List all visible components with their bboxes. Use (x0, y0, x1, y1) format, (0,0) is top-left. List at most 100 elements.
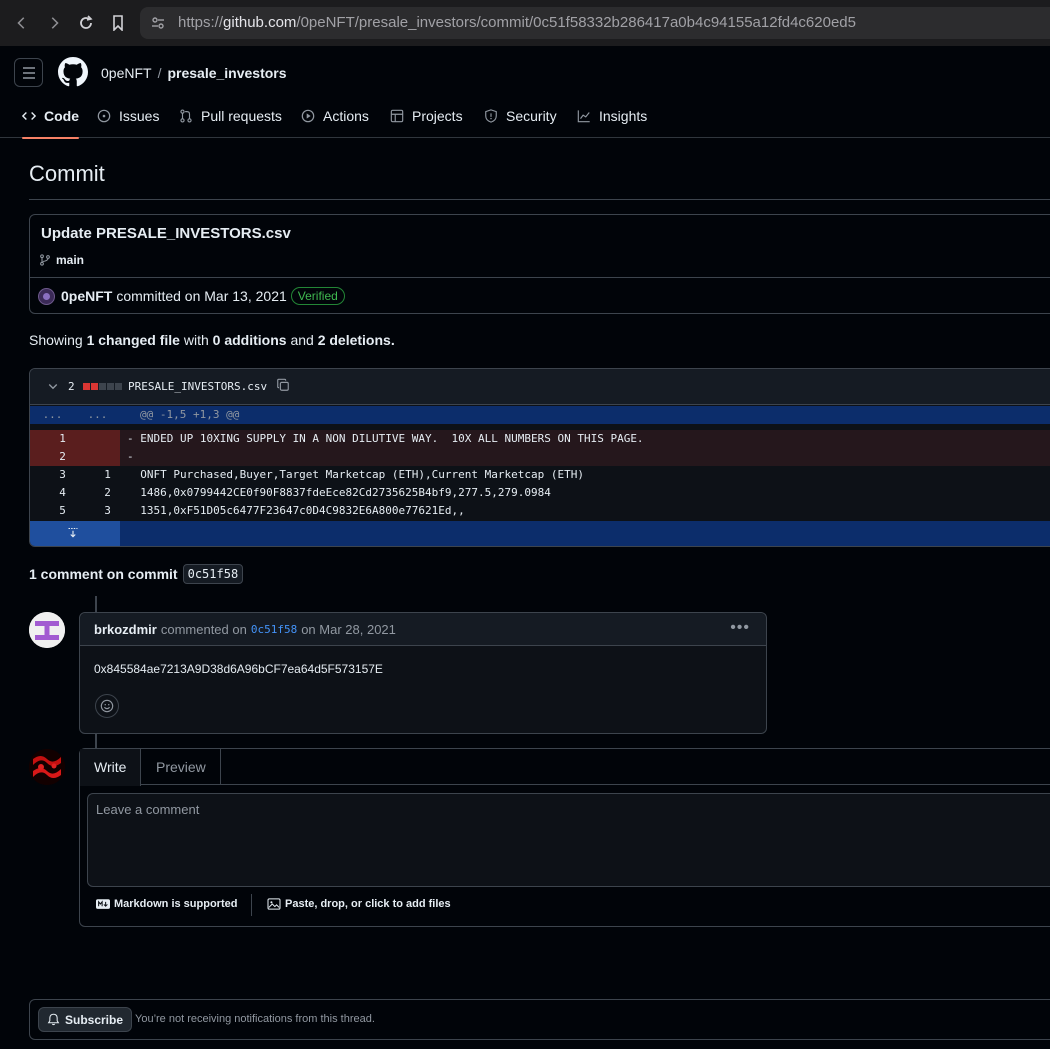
diff-code: ONFT Purchased,Buyer,Target Marketcap (E… (127, 468, 584, 481)
verified-badge[interactable]: Verified (290, 287, 345, 305)
add-reaction-button[interactable] (95, 694, 119, 718)
subscribe-label: Subscribe (65, 1012, 124, 1027)
branch-icon (40, 254, 50, 266)
branch-name: main (56, 253, 85, 267)
tab-code[interactable]: Code (22, 100, 79, 139)
repo-name-link[interactable]: presale_investors (167, 65, 286, 81)
tab-pull-requests[interactable]: Pull requests (179, 100, 282, 138)
breadcrumb: 0peNFT / presale_investors (101, 65, 287, 81)
bell-icon (47, 1013, 60, 1026)
menu-button[interactable] (14, 58, 43, 87)
copy-icon[interactable] (276, 378, 290, 396)
diff-hunk-header[interactable]: ... ... @@ -1,5 +1,3 @@ (30, 406, 1050, 424)
commit-date: committed on Mar 13, 2021 (116, 288, 287, 304)
url-path: /0peNFT/presale_investors/commit/0c51f58… (296, 14, 856, 31)
table-icon (390, 109, 404, 123)
hunk-expand-left[interactable]: ... (30, 406, 75, 424)
bookmark-icon[interactable] (107, 12, 129, 34)
diff-filename[interactable]: PRESALE_INVESTORS.csv (128, 380, 267, 393)
old-line-number[interactable]: 5 (40, 502, 85, 520)
divider (251, 894, 252, 916)
summary-deletions: 2 deletions (317, 332, 391, 348)
tab-label: Pull requests (201, 108, 282, 124)
expand-down-icon[interactable] (67, 527, 79, 542)
commit-sha-chip[interactable]: 0c51f58 (182, 564, 244, 584)
divider (29, 199, 1050, 200)
diff-line-deleted: 1 - ENDED UP 10XING SUPPLY IN A NON DILU… (30, 430, 1050, 448)
summary-period: . (390, 332, 395, 348)
tab-label: Issues (119, 108, 160, 124)
subscribe-button[interactable]: Subscribe (38, 1007, 133, 1032)
tab-label: Projects (412, 108, 463, 124)
old-line-number[interactable]: 1 (40, 430, 85, 448)
issue-icon (97, 109, 111, 123)
summary-text: Showing (29, 332, 83, 348)
markdown-help-link[interactable]: Markdown is supported (96, 898, 237, 910)
graph-icon (577, 110, 590, 123)
file-diff: 2 PRESALE_INVESTORS.csv ... ... @@ -1,5 … (29, 368, 1050, 547)
avatar[interactable] (29, 612, 65, 648)
diff-summary: Showing 1 changed file with 0 additions … (29, 332, 395, 348)
commit-info-box: Update PRESALE_INVESTORS.csv main 0peNFT… (29, 214, 1050, 314)
tab-actions[interactable]: Actions (301, 100, 369, 138)
address-bar[interactable]: https://github.com/0peNFT/presale_invest… (140, 7, 1050, 39)
attach-files-button[interactable]: Paste, drop, or click to add files (267, 898, 451, 910)
hunk-expand-right[interactable]: ... (75, 406, 120, 424)
old-line-number[interactable]: 2 (40, 448, 85, 466)
diff-line-deleted: 2 - (30, 448, 1050, 466)
tab-label: Insights (599, 108, 648, 124)
play-icon (301, 109, 315, 123)
summary-text: and (290, 332, 314, 348)
kebab-menu-icon[interactable]: ••• (730, 619, 750, 637)
old-line-number[interactable]: 3 (40, 466, 85, 484)
diff-code: 1351,0xF51D05c6477F23647c0D4C9832E6A800e… (127, 504, 465, 517)
comments-heading: 1 comment on commit 0c51f58 (29, 564, 244, 584)
comment-textarea[interactable]: Leave a comment (87, 793, 1050, 887)
tab-preview[interactable]: Preview (142, 749, 221, 785)
repo-owner-link[interactable]: 0peNFT (101, 65, 152, 81)
comment-action-text: commented on (160, 621, 247, 637)
markdown-note: Markdown is supported (114, 898, 238, 910)
branch-label[interactable]: main (39, 253, 84, 267)
diff-change-count: 2 (68, 380, 75, 393)
diff-file-header: 2 PRESALE_INVESTORS.csv (30, 369, 1050, 405)
comment-sha-link[interactable]: 0c51f58 (251, 623, 297, 636)
summary-changed-count: 1 changed file (86, 332, 180, 348)
page-title: Commit (29, 161, 105, 186)
url-host: github.com (223, 14, 297, 31)
forward-icon[interactable] (43, 12, 65, 34)
code-icon (22, 112, 36, 120)
back-icon[interactable] (11, 12, 33, 34)
tab-write[interactable]: Write (80, 749, 142, 786)
comment-date[interactable]: on Mar 28, 2021 (301, 622, 396, 637)
tab-label: Code (44, 108, 79, 124)
hunk-text: @@ -1,5 +1,3 @@ (140, 408, 240, 421)
tab-label: Actions (323, 108, 369, 124)
tab-issues[interactable]: Issues (97, 100, 159, 138)
diff-line-context: 3 1 ONFT Purchased,Buyer,Target Marketca… (30, 466, 1050, 484)
old-line-number[interactable]: 4 (40, 484, 85, 502)
editor-tabs: Write Preview (80, 749, 1050, 786)
comment-card: brkozdmir commented on 0c51f58 on Mar 28… (79, 612, 767, 734)
diff-code: - (127, 450, 134, 463)
diff-expand-down[interactable] (30, 521, 1050, 546)
chevron-down-icon[interactable] (47, 380, 59, 396)
reload-icon[interactable] (75, 12, 97, 34)
comment-author-link[interactable]: brkozdmir (94, 622, 157, 637)
url-text: https://github.com/0peNFT/presale_invest… (178, 14, 856, 31)
github-logo-icon[interactable] (58, 57, 88, 90)
avatar[interactable] (29, 749, 65, 785)
notifications-box: Subscribe You’re not receiving notificat… (29, 999, 1050, 1040)
attach-note: Paste, drop, or click to add files (285, 898, 451, 910)
comment-header: brkozdmir commented on 0c51f58 on Mar 28… (80, 613, 766, 646)
tab-security[interactable]: Security (484, 100, 557, 138)
tab-insights[interactable]: Insights (577, 100, 647, 138)
commit-author-link[interactable]: 0peNFT (61, 288, 112, 304)
commit-message: Update PRESALE_INVESTORS.csv (41, 225, 291, 242)
diffstat-blocks (83, 383, 122, 390)
diff-line-context: 4 2 1486,0x0799442CE0f90F8837fdeEce82Cd2… (30, 484, 1050, 502)
site-settings-icon[interactable] (150, 15, 166, 34)
avatar[interactable] (38, 287, 55, 305)
tab-projects[interactable]: Projects (390, 100, 463, 138)
comment-editor: Write Preview Leave a comment Markdown i… (79, 748, 1050, 927)
